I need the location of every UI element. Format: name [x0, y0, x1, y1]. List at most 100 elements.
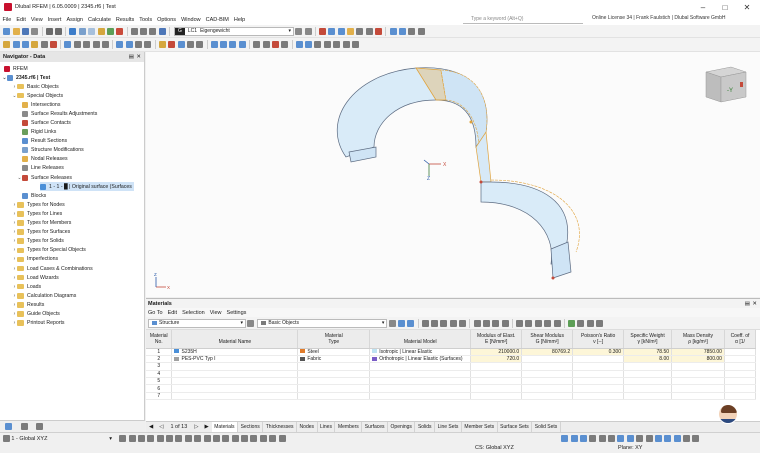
menu-assign[interactable]: Assign [64, 17, 86, 23]
nav-item[interactable]: 1 - 1 - █ | Original surface (Surfaces [40, 182, 134, 192]
cell-alpha[interactable] [724, 362, 757, 371]
filter-icon[interactable] [356, 27, 364, 35]
pin-icon[interactable]: ▤ [129, 54, 134, 60]
mode9-icon[interactable] [636, 435, 644, 442]
cell-g[interactable] [521, 377, 574, 386]
snap9-icon[interactable] [194, 435, 202, 442]
view-icon[interactable] [88, 27, 96, 35]
move-icon[interactable] [73, 41, 81, 48]
cell-rho[interactable] [671, 370, 725, 379]
display-tab-icon[interactable] [20, 423, 28, 430]
cell-rho[interactable] [671, 377, 725, 386]
search-icon[interactable] [596, 319, 604, 327]
cell-type[interactable] [297, 384, 371, 393]
menu-calculate[interactable]: Calculate [85, 17, 113, 23]
tab-surfaces[interactable]: Surfaces [362, 422, 389, 432]
col-g[interactable]: Shear Modulus G [N/mm²] [521, 330, 574, 349]
col-gamma[interactable]: Specific Weight γ [kN/m³] [623, 330, 673, 349]
snap6-icon[interactable] [166, 435, 174, 442]
mode5-icon[interactable] [598, 435, 606, 442]
cell-nu[interactable]: 0.300 [572, 348, 625, 356]
render4-icon[interactable] [417, 27, 425, 35]
mode11-icon[interactable] [654, 435, 662, 442]
excel-icon[interactable] [567, 319, 575, 327]
cell-name[interactable] [171, 384, 299, 393]
cell-nu[interactable] [572, 362, 625, 371]
nav-item[interactable]: Rigid Links [22, 128, 56, 137]
minimize-icon[interactable]: – [692, 0, 714, 14]
table-row[interactable]: 1 S235H Steel Isotropic | Linear Elastic 210… [146, 348, 757, 356]
cell-type[interactable] [297, 362, 371, 371]
cell-model[interactable] [369, 377, 472, 386]
load4-icon[interactable] [186, 41, 194, 48]
select-icon[interactable] [64, 41, 72, 48]
nav-item[interactable]: › Calculation Diagrams [12, 291, 77, 300]
first-page-icon[interactable]: ◀ [146, 424, 156, 430]
render3-icon[interactable] [408, 27, 416, 35]
nav-item[interactable]: › Types for Solids [12, 237, 64, 246]
cell-g[interactable] [521, 355, 574, 364]
cell-name[interactable]: S235H [171, 348, 299, 356]
views-tab-icon[interactable] [35, 423, 43, 430]
col-rho[interactable]: Mass Density ρ [kg/m³] [671, 330, 725, 349]
cell-no[interactable]: 1 [146, 348, 173, 356]
tab-sections[interactable]: Sections [238, 422, 264, 432]
next-icon[interactable] [304, 27, 312, 35]
insert-icon[interactable] [482, 319, 490, 327]
cell-model[interactable] [369, 370, 472, 379]
last-page-icon[interactable]: ▶ [202, 424, 212, 430]
check-icon[interactable] [106, 27, 114, 35]
table-tool2-icon[interactable] [431, 319, 439, 327]
solid-icon[interactable] [40, 41, 48, 48]
mode1-icon[interactable] [561, 435, 569, 442]
cell-no[interactable]: 7 [146, 392, 173, 401]
surface-icon[interactable] [31, 41, 39, 48]
cell-rho[interactable]: 7850.00 [671, 348, 725, 356]
tab-members[interactable]: Members [335, 422, 363, 432]
menu-tools[interactable]: Tools [137, 17, 155, 23]
sort-icon[interactable] [534, 319, 542, 327]
cell-model[interactable]: Isotropic | Linear Elastic [369, 348, 472, 356]
cell-rho[interactable] [671, 392, 725, 401]
snap18-icon[interactable] [278, 435, 286, 442]
nav-item[interactable]: › Types for Members [12, 219, 72, 228]
snap14-icon[interactable] [241, 435, 249, 442]
snap15-icon[interactable] [250, 435, 258, 442]
mode3-icon[interactable] [579, 435, 587, 442]
snap2-icon[interactable] [128, 435, 136, 442]
tab-thicknesses[interactable]: Thicknesses [263, 422, 298, 432]
formula-icon[interactable] [525, 319, 533, 327]
nav-item[interactable]: ⌄ Surface Releases [17, 173, 72, 182]
load5-icon[interactable] [196, 41, 204, 48]
col-alpha[interactable]: Coeff. of α [1/ [724, 330, 757, 349]
cell-gamma[interactable]: 8.00 [623, 355, 673, 364]
cell-no[interactable]: 4 [146, 370, 173, 379]
transp-icon[interactable] [314, 41, 322, 48]
load2-icon[interactable] [168, 41, 176, 48]
nav-item[interactable]: › Results [12, 300, 45, 309]
rotate-icon[interactable] [83, 41, 91, 48]
col-e[interactable]: Modulus of Elast. E [N/mm²] [470, 330, 523, 349]
tab-lines[interactable]: Lines [318, 422, 336, 432]
cell-gamma[interactable] [623, 370, 673, 379]
snap3-icon[interactable] [137, 435, 145, 442]
nav-item[interactable]: › Types for Nodes [12, 200, 65, 209]
tool4-icon[interactable] [158, 27, 166, 35]
tab-nodes[interactable]: Nodes [297, 422, 318, 432]
report-icon[interactable] [97, 27, 105, 35]
cell-e[interactable] [470, 377, 523, 386]
cell-nu[interactable] [572, 377, 625, 386]
cell-g[interactable] [521, 362, 574, 371]
prev-icon[interactable] [295, 27, 303, 35]
deform-icon[interactable] [328, 27, 336, 35]
table-row[interactable]: 4 [146, 370, 757, 379]
nav-item[interactable]: › Load Cases & Combinations [12, 264, 93, 273]
cell-g[interactable] [521, 384, 574, 393]
menu-go-to[interactable]: Go To [148, 310, 163, 316]
tab-materials[interactable]: Materials [211, 422, 239, 432]
menu-view[interactable]: View [28, 17, 45, 23]
menu-options[interactable]: Options [155, 17, 179, 23]
render-icon[interactable] [389, 27, 397, 35]
cell-e[interactable]: 210000.0 [470, 348, 523, 356]
cell-rho[interactable] [671, 384, 725, 393]
